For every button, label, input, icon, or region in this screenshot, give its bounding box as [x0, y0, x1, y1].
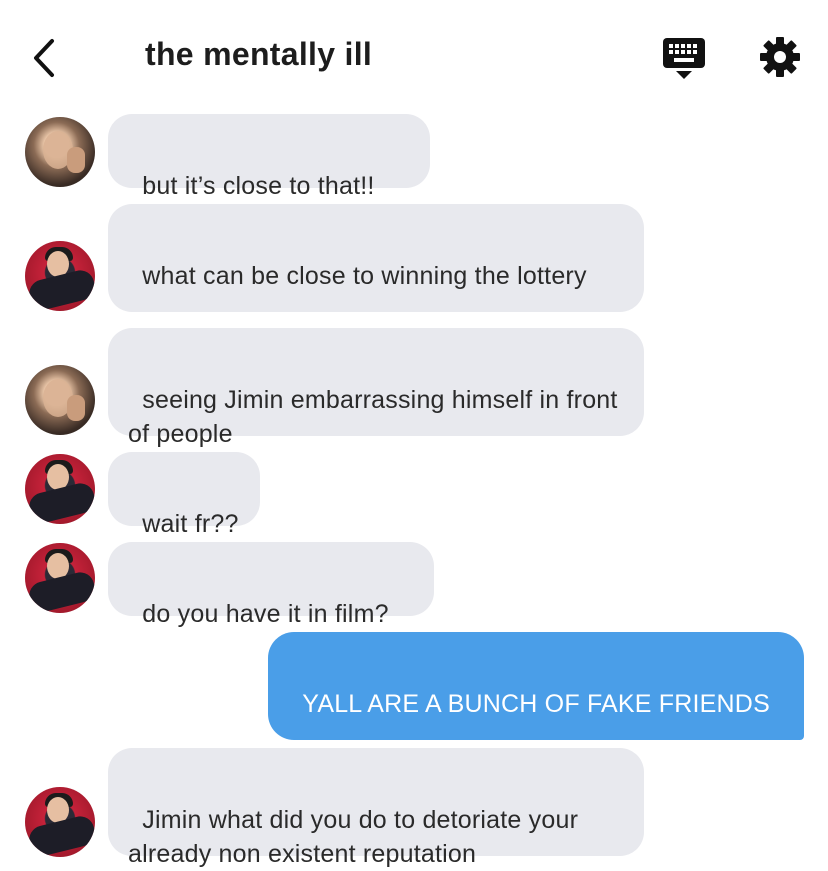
avatar[interactable] — [25, 117, 95, 187]
outgoing-message-bubble: YALL ARE A BUNCH OF FAKE FRIENDS — [268, 632, 804, 740]
message-bubble: do you have it in film? — [108, 542, 434, 628]
message-text: YALL ARE A BUNCH OF FAKE FRIENDS — [302, 690, 770, 718]
message-text: Jimin what did you do to detoriate your … — [128, 806, 586, 868]
avatar[interactable] — [25, 454, 95, 524]
message-bubble: but it’s close to that!! — [108, 114, 430, 200]
gear-icon[interactable] — [759, 36, 801, 78]
keyboard-icon[interactable] — [662, 37, 706, 79]
message-bubble: what can be close to winning the lottery — [108, 204, 644, 312]
message-text: do you have it in film? — [142, 600, 389, 628]
chevron-left-icon[interactable] — [30, 38, 64, 78]
avatar[interactable] — [25, 365, 95, 435]
chat-header: the mentally ill — [0, 0, 828, 112]
avatar[interactable] — [25, 543, 95, 613]
avatar[interactable] — [25, 241, 95, 311]
message-text: but it’s close to that!! — [142, 172, 375, 200]
message-text: what can be close to winning the lottery — [142, 262, 587, 290]
message-text: wait fr?? — [142, 510, 239, 538]
message-bubble: Jimin what did you do to detoriate your … — [108, 748, 644, 868]
message-text: seeing Jimin embarrassing himself in fro… — [128, 386, 625, 448]
message-bubble: seeing Jimin embarrassing himself in fro… — [108, 328, 644, 448]
avatar[interactable] — [25, 787, 95, 857]
chat-title: the mentally ill — [145, 36, 373, 72]
message-bubble: wait fr?? — [108, 452, 260, 538]
